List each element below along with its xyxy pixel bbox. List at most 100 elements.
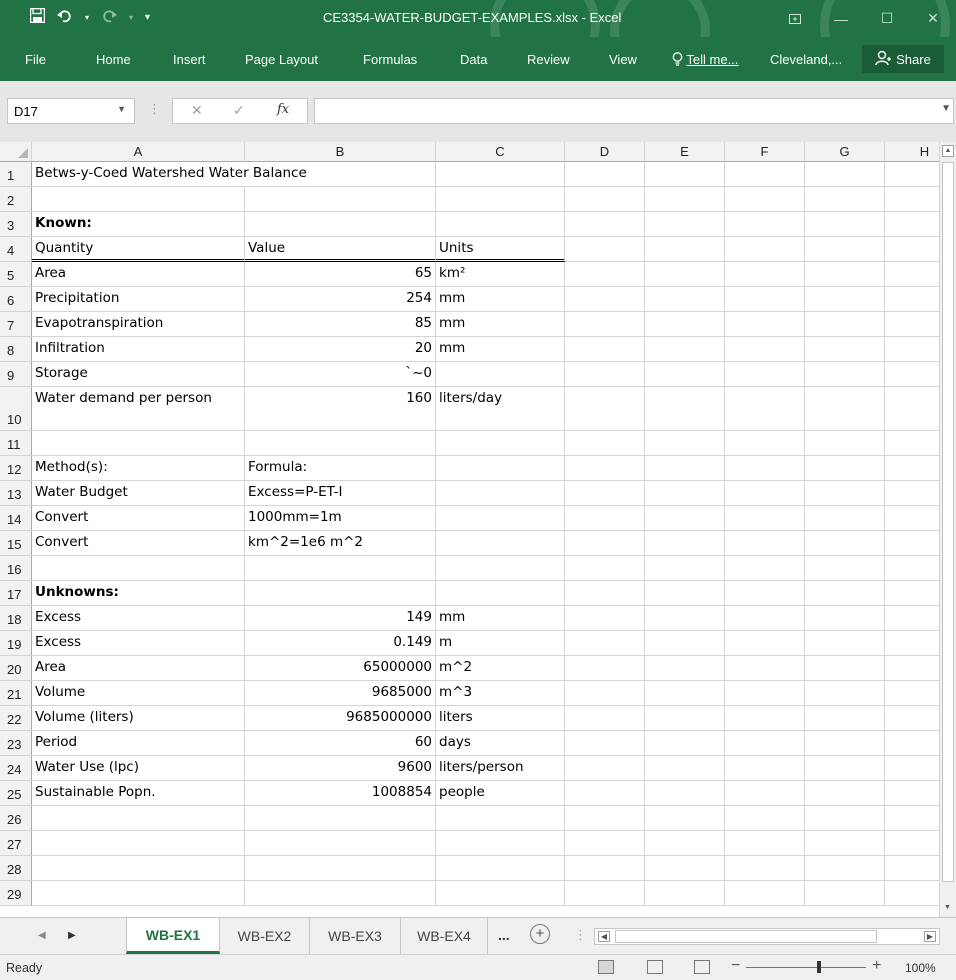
cell-empty[interactable] (645, 881, 725, 906)
cell-empty[interactable] (565, 781, 645, 806)
cell-empty[interactable] (885, 481, 939, 506)
cell-b13[interactable]: Excess=P-ET-I (245, 481, 436, 506)
maximize-icon[interactable]: ☐ (864, 0, 910, 37)
sheet-tab-wb-ex1[interactable]: WB-EX1 (126, 918, 220, 954)
cell-a10[interactable]: Water demand per person (32, 387, 245, 431)
zoom-level[interactable]: 100% (905, 961, 936, 975)
cell-b17[interactable] (245, 581, 436, 606)
worksheet-grid[interactable]: A B C D E F G H 1 Betws-y-Coed Watershed Water Ba… (0, 142, 939, 917)
cell-empty[interactable] (645, 187, 725, 212)
row-header[interactable]: 1 (0, 162, 32, 187)
cell-empty[interactable] (565, 806, 645, 831)
cell-empty[interactable] (725, 337, 805, 362)
share-button[interactable]: Share (862, 45, 944, 73)
cell-empty[interactable] (805, 237, 885, 262)
cell-empty[interactable] (885, 606, 939, 631)
cell-empty[interactable] (885, 856, 939, 881)
sheet-tab-wb-ex3[interactable]: WB-EX3 (310, 918, 401, 954)
cell-b9[interactable]: `~0 (245, 362, 436, 387)
cell-c19[interactable]: m (436, 631, 565, 656)
cell-b2[interactable] (245, 187, 436, 212)
cell-empty[interactable] (645, 431, 725, 456)
cell-empty[interactable] (805, 706, 885, 731)
name-box[interactable]: D17 ▼ (7, 98, 135, 124)
cell-b16[interactable] (245, 556, 436, 581)
sheet-tab-wb-ex4[interactable]: WB-EX4 (401, 918, 488, 954)
cell-c20[interactable]: m^2 (436, 656, 565, 681)
cell-c7[interactable]: mm (436, 312, 565, 337)
cell-empty[interactable] (805, 187, 885, 212)
account-name[interactable]: Cleveland,... (770, 52, 842, 67)
cell-empty[interactable] (725, 481, 805, 506)
cell-empty[interactable] (645, 506, 725, 531)
column-header-e[interactable]: E (645, 142, 725, 162)
cell-empty[interactable] (645, 212, 725, 237)
minimize-icon[interactable]: — (818, 0, 864, 37)
cell-empty[interactable] (805, 756, 885, 781)
cell-c26[interactable] (436, 806, 565, 831)
cell-empty[interactable] (805, 531, 885, 556)
cell-empty[interactable] (725, 506, 805, 531)
cell-empty[interactable] (645, 287, 725, 312)
cell-a23[interactable]: Period (32, 731, 245, 756)
cell-c18[interactable]: mm (436, 606, 565, 631)
cell-a20[interactable]: Area (32, 656, 245, 681)
cell-a1[interactable]: Betws-y-Coed Watershed Water Balance (32, 162, 307, 187)
cell-empty[interactable] (645, 312, 725, 337)
row-header[interactable]: 21 (0, 681, 32, 706)
cell-empty[interactable] (565, 631, 645, 656)
cell-a4[interactable]: Quantity (32, 237, 245, 262)
tab-insert[interactable]: Insert (173, 52, 206, 67)
horizontal-scrollbar[interactable]: ◀ ▶ (594, 928, 940, 945)
cell-b10[interactable]: 160 (245, 387, 436, 431)
cell-empty[interactable] (885, 581, 939, 606)
cell-empty[interactable] (645, 681, 725, 706)
row-header[interactable]: 19 (0, 631, 32, 656)
cell-empty[interactable] (565, 731, 645, 756)
cell-empty[interactable] (805, 556, 885, 581)
row-header[interactable]: 22 (0, 706, 32, 731)
cell-b26[interactable] (245, 806, 436, 831)
column-header-h[interactable]: H (885, 142, 939, 162)
cell-empty[interactable] (885, 187, 939, 212)
cell-a22[interactable]: Volume (liters) (32, 706, 245, 731)
cell-empty[interactable] (645, 856, 725, 881)
cell-empty[interactable] (805, 831, 885, 856)
cell-c27[interactable] (436, 831, 565, 856)
page-layout-view-icon[interactable] (647, 960, 663, 974)
cell-b5[interactable]: 65 (245, 262, 436, 287)
cell-empty[interactable] (565, 287, 645, 312)
cell-empty[interactable] (725, 531, 805, 556)
cell-empty[interactable] (565, 606, 645, 631)
cell-empty[interactable] (565, 362, 645, 387)
row-header[interactable]: 16 (0, 556, 32, 581)
row-header[interactable]: 8 (0, 337, 32, 362)
tab-file[interactable]: File (25, 52, 46, 67)
cell-c29[interactable] (436, 881, 565, 906)
cell-empty[interactable] (805, 856, 885, 881)
cell-empty[interactable] (725, 456, 805, 481)
column-header-a[interactable]: A (32, 142, 245, 162)
tab-view[interactable]: View (609, 52, 637, 67)
cell-b28[interactable] (245, 856, 436, 881)
cell-empty[interactable] (805, 262, 885, 287)
cell-empty[interactable] (725, 656, 805, 681)
cell-empty[interactable] (645, 162, 725, 187)
cell-empty[interactable] (725, 262, 805, 287)
cell-b18[interactable]: 149 (245, 606, 436, 631)
cell-empty[interactable] (885, 262, 939, 287)
cell-empty[interactable] (885, 631, 939, 656)
row-header[interactable]: 7 (0, 312, 32, 337)
cell-c12[interactable] (436, 456, 565, 481)
row-header[interactable]: 23 (0, 731, 32, 756)
cell-b7[interactable]: 85 (245, 312, 436, 337)
row-header[interactable]: 6 (0, 287, 32, 312)
page-break-preview-icon[interactable] (694, 960, 710, 974)
cell-b27[interactable] (245, 831, 436, 856)
row-header[interactable]: 11 (0, 431, 32, 456)
cell-c28[interactable] (436, 856, 565, 881)
cell-empty[interactable] (645, 806, 725, 831)
cell-a17[interactable]: Unknowns: (32, 581, 245, 606)
cell-empty[interactable] (885, 781, 939, 806)
cell-empty[interactable] (885, 431, 939, 456)
